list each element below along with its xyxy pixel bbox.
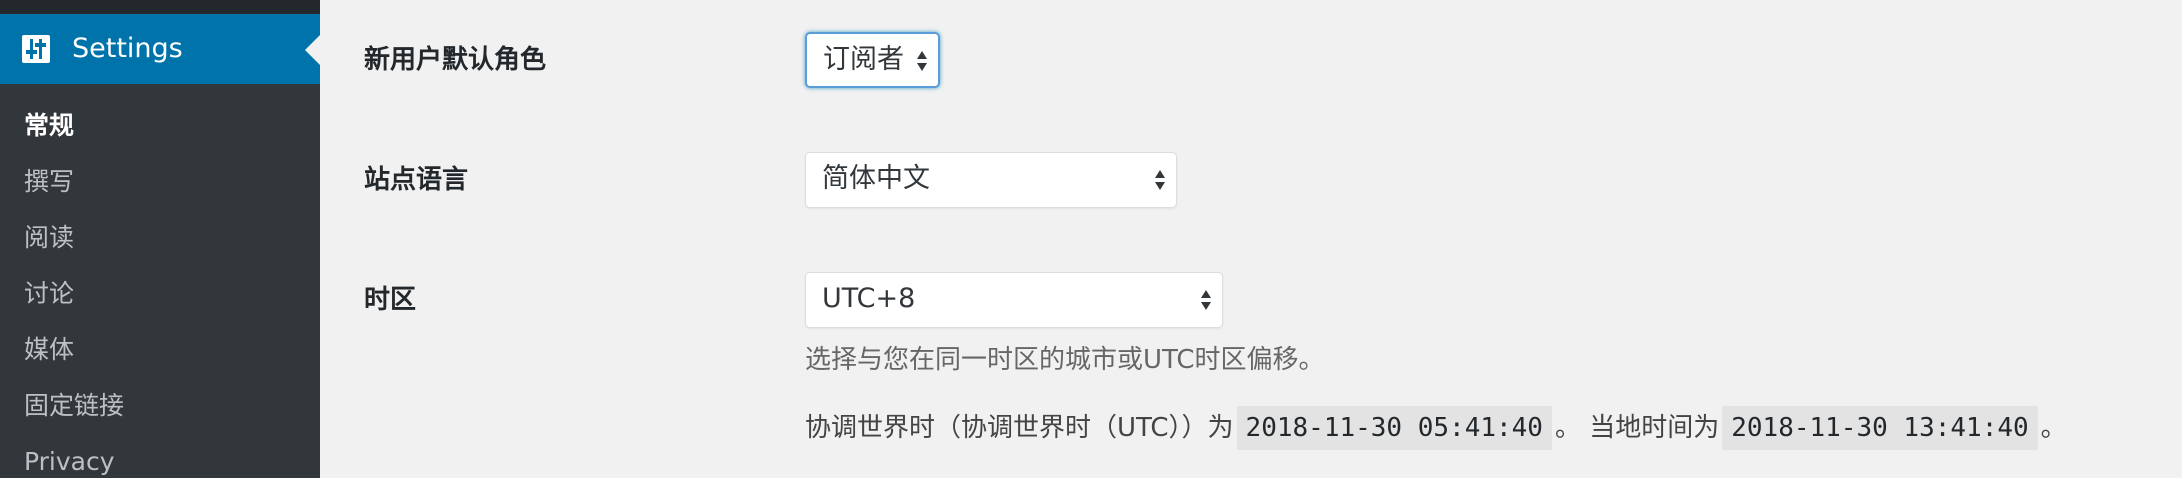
select-arrows-icon (1155, 170, 1165, 190)
current-menu-arrow (305, 34, 321, 66)
submenu-item-writing[interactable]: 撰写 (0, 160, 320, 216)
submenu-item-reading[interactable]: 阅读 (0, 216, 320, 272)
submenu-item-general[interactable]: 常规 (0, 104, 320, 160)
timezone-description: 选择与您在同一时区的城市或UTC时区偏移。 (805, 345, 1325, 375)
settings-sliders-icon (22, 35, 50, 63)
sidebar-top-strip (0, 0, 320, 14)
default-role-select[interactable]: 订阅者 (805, 32, 940, 88)
utc-prefix-text: 协调世界时（协调世界时（UTC））为 (805, 413, 1234, 443)
local-time-value: 2018-11-30 13:41:40 (1722, 406, 2038, 450)
settings-submenu: 常规 撰写 阅读 讨论 媒体 固定链接 Privacy (0, 104, 320, 478)
select-arrows-icon (917, 51, 927, 71)
admin-screen: Settings 常规 撰写 阅读 讨论 媒体 固定链接 Privacy 新用户… (0, 0, 2182, 478)
submenu-item-privacy[interactable]: Privacy (0, 440, 320, 478)
settings-form: 新用户默认角色 订阅者 站点语言 简体中文 时区 UTC+8 选择与您在同一时区… (320, 0, 2182, 478)
sidebar-settings-label: Settings (72, 33, 183, 64)
submenu-item-permalinks[interactable]: 固定链接 (0, 384, 320, 440)
sidebar-menu-settings[interactable]: Settings (0, 14, 320, 84)
timezone-utc-info: 协调世界时（协调世界时（UTC））为 2018-11-30 05:41:40。 当… (805, 406, 2067, 450)
submenu-item-discussion[interactable]: 讨论 (0, 272, 320, 328)
default-role-value: 订阅者 (823, 44, 904, 75)
admin-sidebar: Settings 常规 撰写 阅读 讨论 媒体 固定链接 Privacy (0, 0, 321, 478)
timezone-value: UTC+8 (822, 283, 916, 314)
local-prefix-text: 。 当地时间为 (1554, 413, 1720, 443)
site-language-value: 简体中文 (822, 163, 930, 194)
utc-time-value: 2018-11-30 05:41:40 (1236, 406, 1552, 450)
default-role-label: 新用户默认角色 (364, 45, 547, 75)
timezone-label: 时区 (364, 285, 417, 315)
site-language-label: 站点语言 (364, 165, 469, 195)
utc-suffix-text: 。 (2040, 413, 2067, 443)
submenu-item-media[interactable]: 媒体 (0, 328, 320, 384)
select-arrows-icon (1201, 290, 1211, 310)
timezone-select[interactable]: UTC+8 (805, 272, 1223, 328)
site-language-select[interactable]: 简体中文 (805, 152, 1177, 208)
